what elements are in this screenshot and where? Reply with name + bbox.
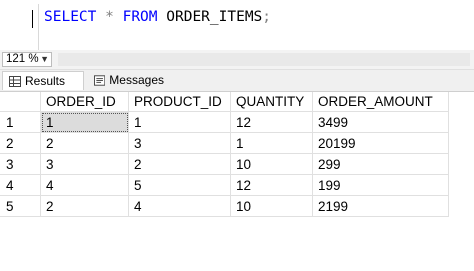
editor-margin-line [38, 4, 39, 50]
chevron-down-icon: ▼ [40, 54, 49, 64]
zoom-dropdown[interactable]: 121 % ▼ [2, 52, 52, 67]
row-number[interactable]: 1 [0, 111, 41, 133]
row-number-header [0, 92, 41, 112]
cell-order-amount[interactable]: 20199 [312, 132, 449, 154]
sql-statement[interactable]: SELECT * FROM ORDER_ITEMS; [44, 9, 271, 25]
table-row[interactable]: 2 2 3 1 20199 [0, 132, 449, 154]
row-number[interactable]: 4 [0, 174, 41, 196]
column-header-order-amount[interactable]: ORDER_AMOUNT [312, 92, 449, 112]
tab-results-label: Results [25, 73, 66, 88]
tab-messages[interactable]: Messages [88, 71, 170, 90]
sql-table-name: ORDER_ITEMS [166, 9, 263, 25]
cell-order-amount[interactable]: 299 [312, 153, 449, 175]
cell-order-id[interactable]: 4 [40, 174, 129, 196]
results-tabs-bar: Results Messages [0, 70, 474, 92]
sql-star: * [105, 9, 114, 25]
results-table: ORDER_ID PRODUCT_ID QUANTITY ORDER_AMOUN… [0, 92, 449, 217]
cell-quantity[interactable]: 10 [230, 195, 313, 217]
table-row[interactable]: 5 2 4 10 2199 [0, 195, 449, 217]
table-row[interactable]: 4 4 5 12 199 [0, 174, 449, 196]
cell-quantity[interactable]: 12 [230, 174, 313, 196]
cell-product-id[interactable]: 2 [128, 153, 231, 175]
sql-keyword-from: FROM [122, 9, 158, 25]
cell-order-amount[interactable]: 3499 [312, 111, 449, 133]
cell-order-amount[interactable]: 2199 [312, 195, 449, 217]
tab-messages-label: Messages [109, 73, 164, 87]
sql-terminator: ; [262, 9, 272, 25]
cell-product-id[interactable]: 3 [128, 132, 231, 154]
messages-icon [94, 75, 106, 86]
tab-results[interactable]: Results [2, 71, 84, 90]
query-editor[interactable]: SELECT * FROM ORDER_ITEMS; [0, 0, 474, 51]
table-row[interactable]: 1 1 1 12 3499 [0, 111, 449, 133]
results-grid[interactable]: ORDER_ID PRODUCT_ID QUANTITY ORDER_AMOUN… [0, 92, 474, 271]
results-grid-icon [9, 75, 21, 87]
cell-product-id[interactable]: 1 [128, 111, 231, 133]
cell-order-id[interactable]: 1 [40, 111, 129, 133]
horizontal-scrollbar[interactable] [58, 53, 470, 66]
cell-quantity[interactable]: 1 [230, 132, 313, 154]
cell-quantity[interactable]: 10 [230, 153, 313, 175]
cell-order-id[interactable]: 2 [40, 195, 129, 217]
column-header-order-id[interactable]: ORDER_ID [40, 92, 129, 112]
header-row: ORDER_ID PRODUCT_ID QUANTITY ORDER_AMOUN… [0, 92, 449, 112]
column-header-quantity[interactable]: QUANTITY [230, 92, 313, 112]
cell-order-id[interactable]: 2 [40, 132, 129, 154]
zoom-value: 121 % [6, 53, 39, 65]
cell-product-id[interactable]: 5 [128, 174, 231, 196]
row-number[interactable]: 3 [0, 153, 41, 175]
column-header-product-id[interactable]: PRODUCT_ID [128, 92, 231, 112]
cell-product-id[interactable]: 4 [128, 195, 231, 217]
sql-keyword-select: SELECT [44, 9, 97, 25]
cell-order-amount[interactable]: 199 [312, 174, 449, 196]
table-row[interactable]: 3 3 2 10 299 [0, 153, 449, 175]
cell-order-id[interactable]: 3 [40, 153, 129, 175]
editor-status-bar: 121 % ▼ [0, 50, 474, 70]
editor-gutter [0, 0, 28, 50]
cell-quantity[interactable]: 12 [230, 111, 313, 133]
text-cursor [32, 10, 33, 28]
row-number[interactable]: 2 [0, 132, 41, 154]
row-number[interactable]: 5 [0, 195, 41, 217]
